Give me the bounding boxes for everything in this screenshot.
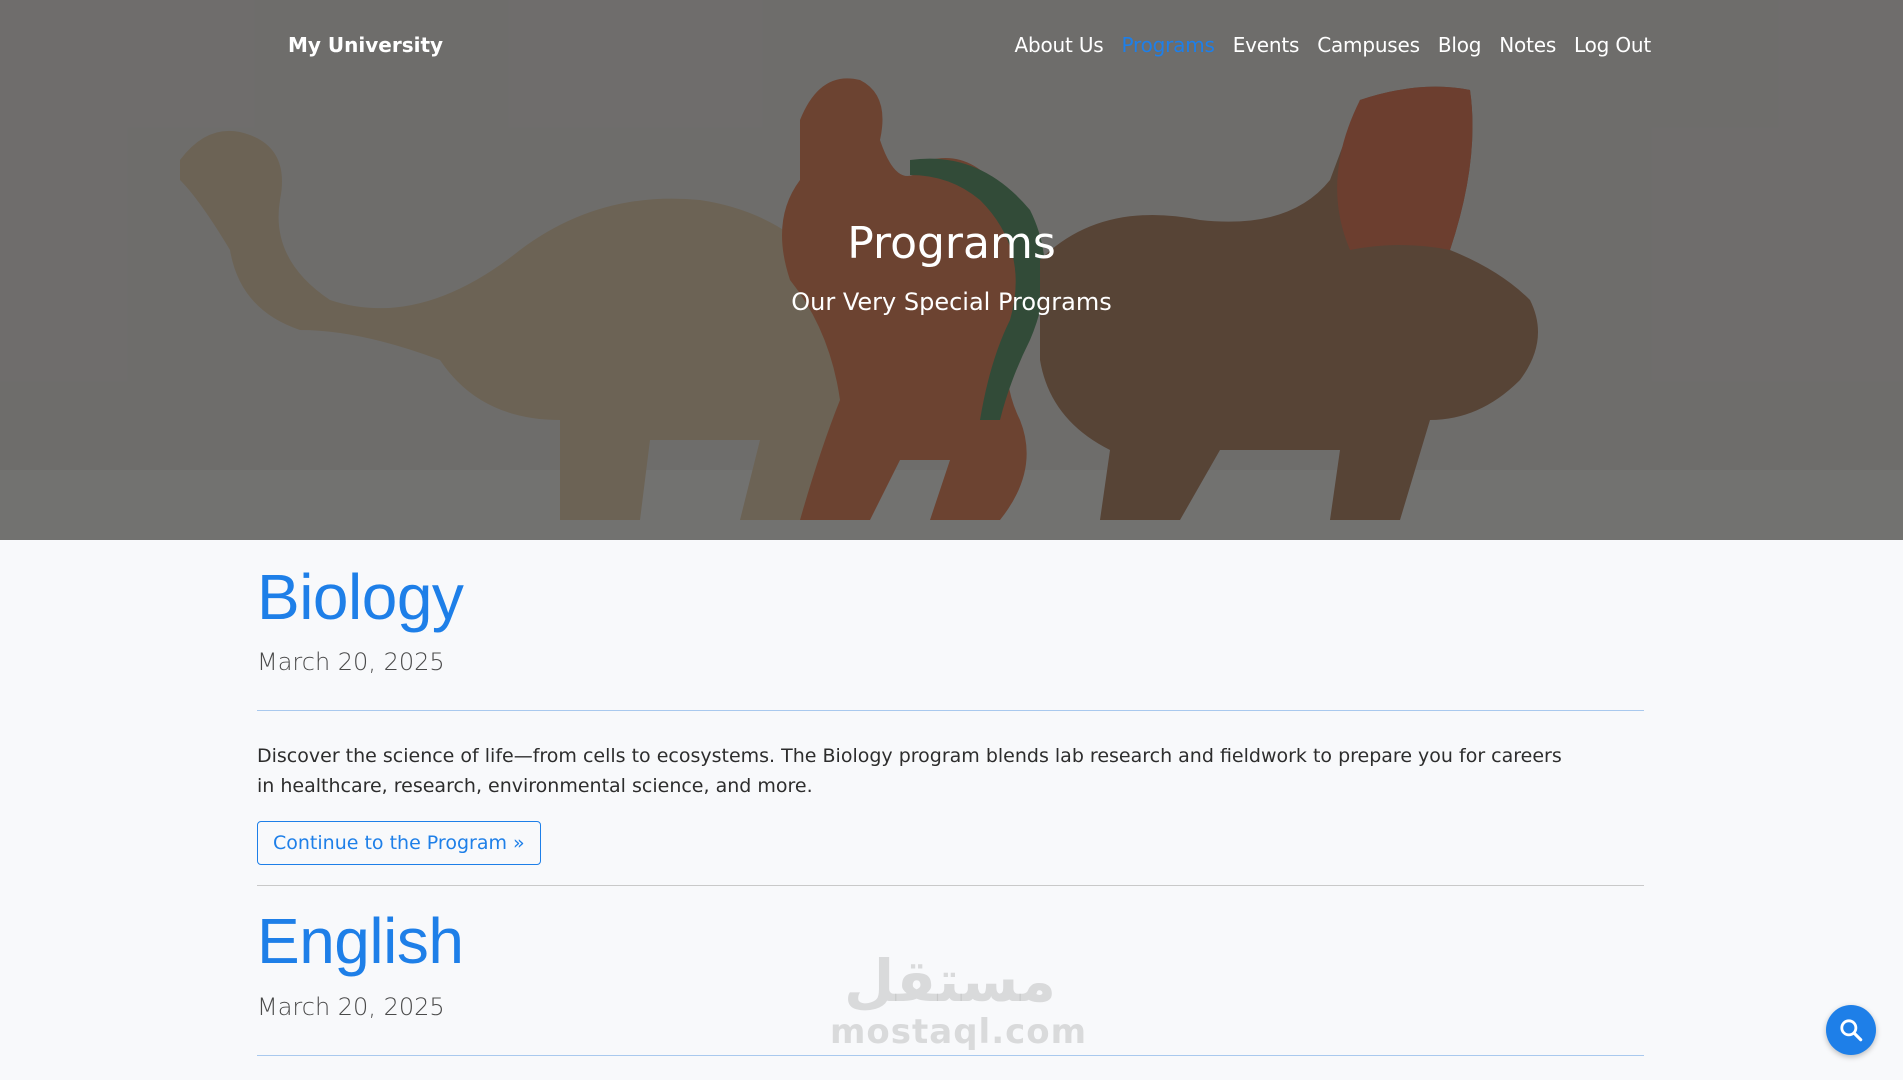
nav-item-campuses[interactable]: Campuses (1317, 33, 1420, 57)
top-navbar: My University About Us Programs Events C… (0, 0, 1903, 95)
nav-item-notes[interactable]: Notes (1499, 33, 1556, 57)
nav-item-programs[interactable]: Programs (1122, 33, 1215, 57)
page-subtitle: Our Very Special Programs (791, 288, 1112, 316)
continue-program-button[interactable]: Continue to the Program » (257, 821, 541, 866)
hero-banner: My University About Us Programs Events C… (0, 0, 1903, 540)
nav-item-events[interactable]: Events (1233, 33, 1300, 57)
page-title: Programs (847, 218, 1056, 269)
divider (257, 710, 1644, 712)
nav-item-about-us[interactable]: About Us (1015, 33, 1104, 57)
site-logo[interactable]: My University (288, 33, 443, 57)
watermark-latin: mostaql.com (830, 1012, 1088, 1052)
divider (257, 1054, 1644, 1056)
program-item-biology: Biology March 20, 2025 Discover the scie… (257, 562, 1644, 887)
program-title[interactable]: Biology (257, 562, 1644, 633)
search-icon (1840, 1019, 1863, 1042)
divider (257, 885, 1644, 887)
program-description: Discover the science of life—from cells … (257, 745, 1562, 798)
program-date: March 20, 2025 (257, 648, 445, 677)
watermark: مستقل mostaql.com (830, 947, 1088, 1052)
main-nav: About Us Programs Events Campuses Blog N… (1015, 33, 1652, 57)
search-button[interactable] (1826, 1005, 1876, 1055)
nav-item-log-out[interactable]: Log Out (1574, 33, 1651, 57)
watermark-arabic: مستقل (843, 947, 1057, 1015)
nav-item-blog[interactable]: Blog (1438, 33, 1482, 57)
